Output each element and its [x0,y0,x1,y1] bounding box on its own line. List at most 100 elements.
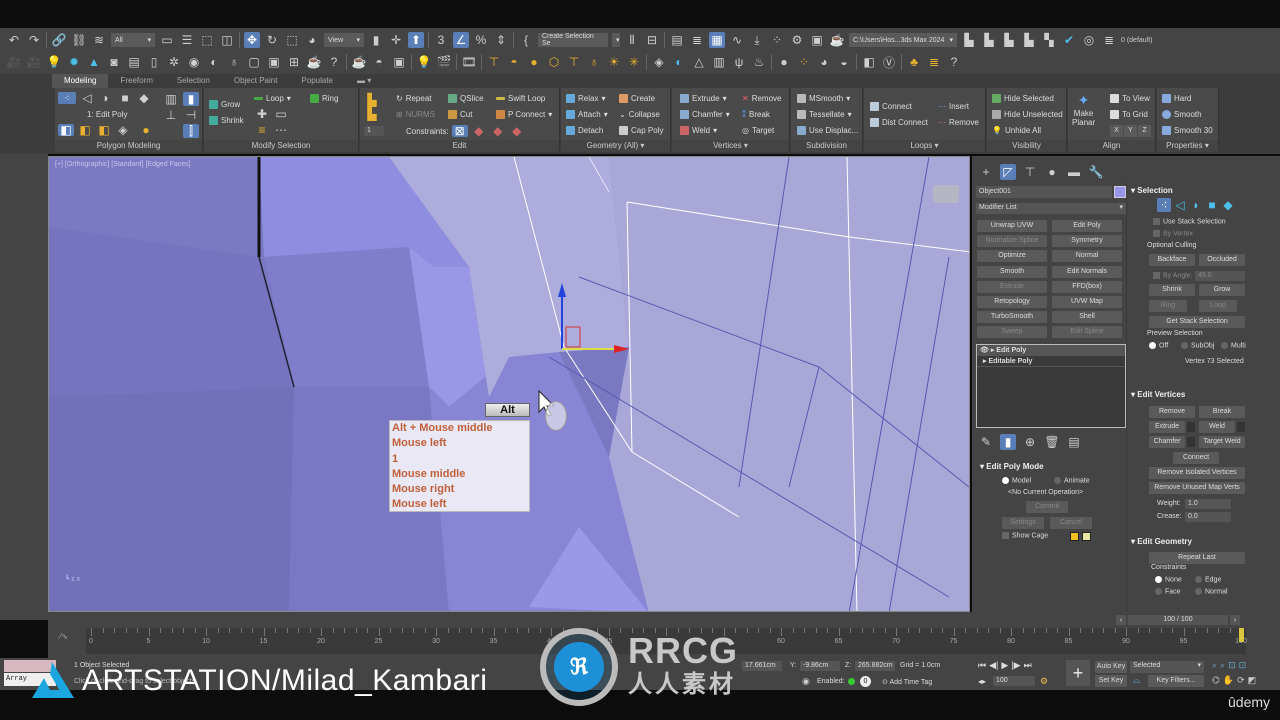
key-filters-button[interactable]: Key Filters... [1148,675,1204,687]
open-folder-icon[interactable]: ▙ [981,32,997,48]
break-button[interactable]: ⁑ Break [742,110,770,119]
light-bulb-icon[interactable]: 💡 [46,54,62,70]
panel-title[interactable]: Polygon Modeling [55,140,202,152]
pivot-center-icon[interactable]: ▮ [368,32,384,48]
tree-icon[interactable]: ♣ [906,54,922,70]
remove-vertex-button[interactable]: Remove [1149,406,1195,418]
field-of-view-icon[interactable]: ⌬ [1212,675,1220,686]
rendered-frame-window-icon[interactable]: ▣ [809,32,825,48]
keyboard-shortcut-override-icon[interactable]: ⬆ [408,32,424,48]
modifier-button[interactable]: FFD(box) [1052,280,1122,293]
border-subobject-icon[interactable]: ◗ [1189,198,1203,212]
layer-manager-icon[interactable]: ≣ [1101,32,1117,48]
tab-populate[interactable]: Populate [289,74,345,88]
modifier-button[interactable]: TurboSmooth [977,311,1047,324]
edit-vertices-rollout-header[interactable]: ▾ Edit Vertices [1131,390,1185,399]
sphere-icon[interactable]: ● [776,54,792,70]
backface-button[interactable]: Backface [1149,254,1195,266]
spinner-snap-icon[interactable]: ⇕ [493,32,509,48]
sun-icon[interactable]: ☀ [606,54,622,70]
smooth-button[interactable]: Smooth [1162,110,1202,119]
hide-selected-button[interactable]: Hide Selected [992,94,1054,103]
tab-selection[interactable]: Selection [165,74,222,88]
nurms-button[interactable]: ⊞ NURMS [396,110,435,119]
folder-move-icon[interactable]: ▙ [1021,32,1037,48]
adaptive-degradation-icon[interactable]: ◉ [802,676,812,686]
time-slider[interactable]: 100 / 100 [1128,615,1228,625]
remove-modifier-icon[interactable]: 🗑 [1044,434,1060,450]
material-editor-icon[interactable]: ⁘ [769,32,785,48]
z-coordinate-field[interactable]: 265.882cm [855,661,895,671]
next-frame-button[interactable]: › [1230,615,1240,625]
create-button[interactable]: Create [619,94,655,103]
modifier-button[interactable]: Sweep [977,326,1047,339]
volume-grid-icon[interactable]: ▥ [711,54,727,70]
hard-button[interactable]: Hard [1162,94,1191,103]
frame-buffer-icon[interactable]: ◧ [861,54,877,70]
smooth-30-button[interactable]: Smooth 30 [1162,126,1213,135]
align-x-button[interactable]: X [1110,125,1123,137]
angle-snap-icon[interactable]: ∠ [453,32,469,48]
fur-icon[interactable]: ◐ [671,54,687,70]
select-move-icon[interactable]: ✥ [244,32,260,48]
select-by-name-icon[interactable]: ☰ [179,32,195,48]
teapot-icon[interactable]: ☕ [306,54,322,70]
named-selection-arrow[interactable]: ▾ [612,33,620,47]
snap-3d-icon[interactable]: 3 [433,32,449,48]
shrink-button[interactable]: Shrink [1149,284,1195,296]
target-button[interactable]: ◎ Target [742,126,774,135]
toggle-cage-icon[interactable]: ▮ [183,92,199,106]
grow-loop-icon[interactable]: ✚ [254,107,270,121]
remove-unused-map-verts-button[interactable]: Remove Unused Map Verts [1149,482,1245,494]
key-tangent-icon[interactable]: ⌓ [1133,675,1140,686]
grass-icon[interactable]: ψ [731,54,747,70]
mirror-icon[interactable]: ⫴ [624,32,640,48]
layer-explorer-icon[interactable]: ≣ [689,32,705,48]
weight-field[interactable]: 1.0 [1185,499,1231,509]
fire-icon[interactable]: ♨ [751,54,767,70]
enabled-indicator[interactable] [848,678,855,685]
transform-gizmo[interactable] [549,277,639,357]
constraint-face-icon[interactable]: ◆ [490,124,506,138]
help-circle-icon[interactable]: ? [946,54,962,70]
vray-icon[interactable]: Ⓥ [881,54,897,70]
render-production-icon[interactable]: ☕ [829,32,845,48]
p-connect-button[interactable]: P Connect ▾ [496,110,552,119]
insert-button[interactable]: ⋯ Insert [938,102,969,111]
set-key-big-button[interactable]: + [1066,660,1090,686]
attach-button[interactable]: Attach ▾ [566,110,608,119]
window-crossing-icon[interactable]: ◫ [219,32,235,48]
select-place-icon[interactable]: ◕ [304,32,320,48]
modifier-list-dropdown[interactable]: Modifier List ▾ [976,203,1126,214]
animate-radio[interactable]: Animate [1054,477,1090,484]
play-icon[interactable]: ▶ [1001,660,1008,671]
pin-stack-icon[interactable]: ⊣ [183,108,199,122]
goto-end-icon[interactable]: ⏭ [1024,660,1032,671]
ies-light-icon[interactable]: ♁ [586,54,602,70]
chamfer-button[interactable]: Chamfer ▾ [680,110,730,119]
qslice-button[interactable]: QSlice [448,94,484,103]
constraint-none-icon[interactable]: ⊠ [451,124,468,138]
named-selection-dropdown[interactable]: Create Selection Se [538,33,608,47]
remove-isolated-button[interactable]: Remove Isolated Vertices [1149,467,1245,479]
align-icon[interactable]: ⊟ [644,32,660,48]
make-planar-button[interactable]: ✦ Make Planar [1072,92,1095,127]
sun-light-icon[interactable]: ✹ [66,54,82,70]
edit-spinner[interactable]: 1 [364,126,384,136]
project-path-dropdown[interactable]: C:\Users\Hos...3ds Max 2024 ▾ [849,33,957,47]
element-mode-icon[interactable]: ◆ [136,91,152,105]
extrude-button[interactable]: Extrude ▾ [680,94,727,103]
modifier-button[interactable]: Normal [1052,250,1122,263]
layer-dropdown[interactable]: 0 (default) [1121,37,1153,44]
stack-item-edit-poly[interactable]: 👁 ▸ Edit Poly [977,345,1125,356]
panel-title[interactable]: Loops ▾ [864,140,985,152]
remove-button[interactable]: ✕ Remove [742,94,782,103]
hide-unselected-button[interactable]: Hide Unselected [992,110,1063,119]
dist-connect-button[interactable]: Dist Connect [870,118,928,127]
percent-snap-icon[interactable]: % [473,32,489,48]
gear-icon[interactable]: ✲ [166,54,182,70]
connect-button[interactable]: Connect [870,102,912,111]
loop-mode-icon[interactable]: ≡ [254,123,270,137]
cancel-button[interactable]: Cancel [1050,517,1092,529]
undo-icon[interactable]: ↶ [6,32,22,48]
